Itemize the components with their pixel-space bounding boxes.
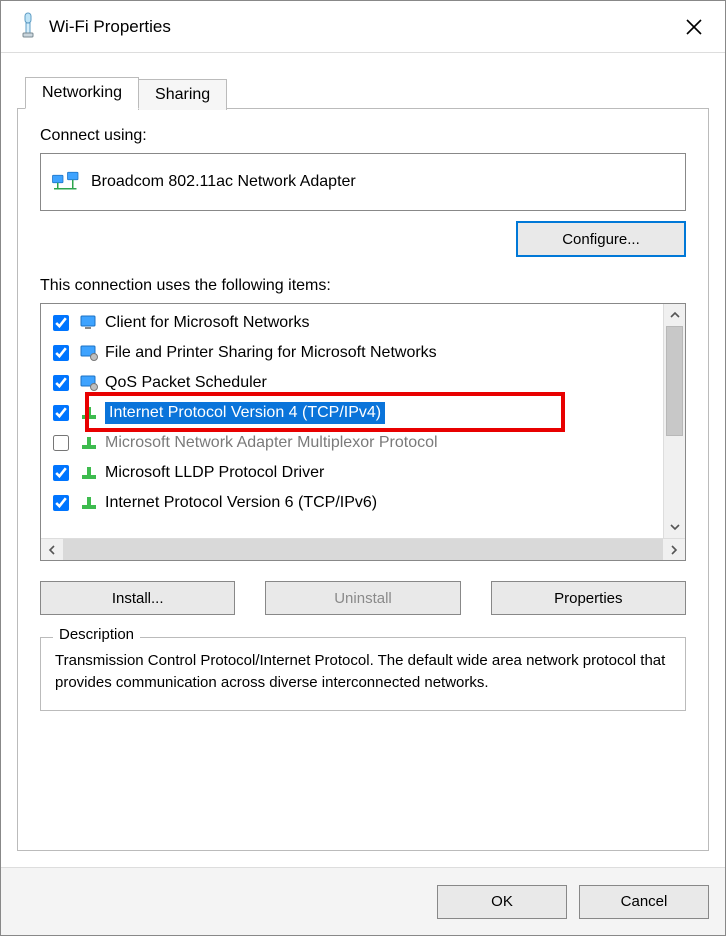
uninstall-button[interactable]: Uninstall <box>265 581 460 615</box>
item-checkbox[interactable] <box>53 405 69 421</box>
adapter-name: Broadcom 802.11ac Network Adapter <box>91 173 356 191</box>
item-checkbox[interactable] <box>53 315 69 331</box>
description-groupbox: Description Transmission Control Protoco… <box>40 637 686 711</box>
item-label: Microsoft LLDP Protocol Driver <box>105 464 324 482</box>
tab-sharing[interactable]: Sharing <box>138 79 227 110</box>
list-item[interactable]: File and Printer Sharing for Microsoft N… <box>47 338 663 368</box>
scroll-left-arrow[interactable] <box>41 539 63 560</box>
vertical-scrollbar[interactable] <box>663 304 685 538</box>
item-label: Microsoft Network Adapter Multiplexor Pr… <box>105 434 438 452</box>
scroll-up-arrow[interactable] <box>664 304 685 326</box>
description-legend: Description <box>53 626 140 643</box>
list-inner: Client for Microsoft Networks File and Pr… <box>41 304 663 538</box>
window-title: Wi-Fi Properties <box>49 17 671 37</box>
properties-button[interactable]: Properties <box>491 581 686 615</box>
monitor-gear-icon <box>79 343 99 363</box>
item-checkbox[interactable] <box>53 375 69 391</box>
list-item[interactable]: Client for Microsoft Networks <box>47 308 663 338</box>
scroll-down-arrow[interactable] <box>664 516 685 538</box>
item-label: Internet Protocol Version 4 (TCP/IPv4) <box>105 402 385 424</box>
connect-using-label: Connect using: <box>40 127 686 145</box>
horizontal-scrollbar[interactable] <box>41 538 685 560</box>
ok-button[interactable]: OK <box>437 885 567 919</box>
wifi-properties-window: Wi-Fi Properties Networking Sharing Conn… <box>0 0 726 936</box>
dialog-footer: OK Cancel <box>1 867 725 935</box>
item-checkbox[interactable] <box>53 435 69 451</box>
net-green-icon <box>79 433 99 453</box>
list-item[interactable]: Microsoft LLDP Protocol Driver <box>47 458 663 488</box>
net-green-icon <box>79 463 99 483</box>
items-label: This connection uses the following items… <box>40 277 686 295</box>
list-item[interactable]: Internet Protocol Version 6 (TCP/IPv6) <box>47 488 663 518</box>
item-label: QoS Packet Scheduler <box>105 374 267 392</box>
scroll-right-arrow[interactable] <box>663 539 685 560</box>
cancel-button[interactable]: Cancel <box>579 885 709 919</box>
app-icon <box>17 11 39 43</box>
item-checkbox[interactable] <box>53 345 69 361</box>
networking-panel: Connect using: Broadcom 802.11ac Network… <box>17 108 709 851</box>
adapter-box[interactable]: Broadcom 802.11ac Network Adapter <box>40 153 686 211</box>
list-item[interactable]: Microsoft Network Adapter Multiplexor Pr… <box>47 428 663 458</box>
connection-items-list: Client for Microsoft Networks File and Pr… <box>40 303 686 561</box>
scroll-thumb[interactable] <box>666 326 683 436</box>
list-item[interactable]: Internet Protocol Version 4 (TCP/IPv4) <box>47 398 663 428</box>
tab-networking[interactable]: Networking <box>25 77 139 109</box>
tab-strip: Networking Sharing <box>1 53 725 109</box>
monitor-gear-icon <box>79 373 99 393</box>
title-bar: Wi-Fi Properties <box>1 1 725 53</box>
net-green-icon <box>79 493 99 513</box>
hscroll-track[interactable] <box>63 539 663 560</box>
tab-body-wrap: Connect using: Broadcom 802.11ac Network… <box>1 109 725 867</box>
install-button[interactable]: Install... <box>40 581 235 615</box>
item-label: Internet Protocol Version 6 (TCP/IPv6) <box>105 494 377 512</box>
net-green-icon <box>79 403 99 423</box>
network-adapter-icon <box>51 169 81 195</box>
description-text: Transmission Control Protocol/Internet P… <box>55 650 671 694</box>
close-button[interactable] <box>671 4 717 50</box>
configure-button[interactable]: Configure... <box>516 221 686 257</box>
item-label: Client for Microsoft Networks <box>105 314 310 332</box>
list-item[interactable]: QoS Packet Scheduler <box>47 368 663 398</box>
item-checkbox[interactable] <box>53 495 69 511</box>
item-checkbox[interactable] <box>53 465 69 481</box>
monitor-icon <box>79 313 99 333</box>
item-label: File and Printer Sharing for Microsoft N… <box>105 344 437 362</box>
